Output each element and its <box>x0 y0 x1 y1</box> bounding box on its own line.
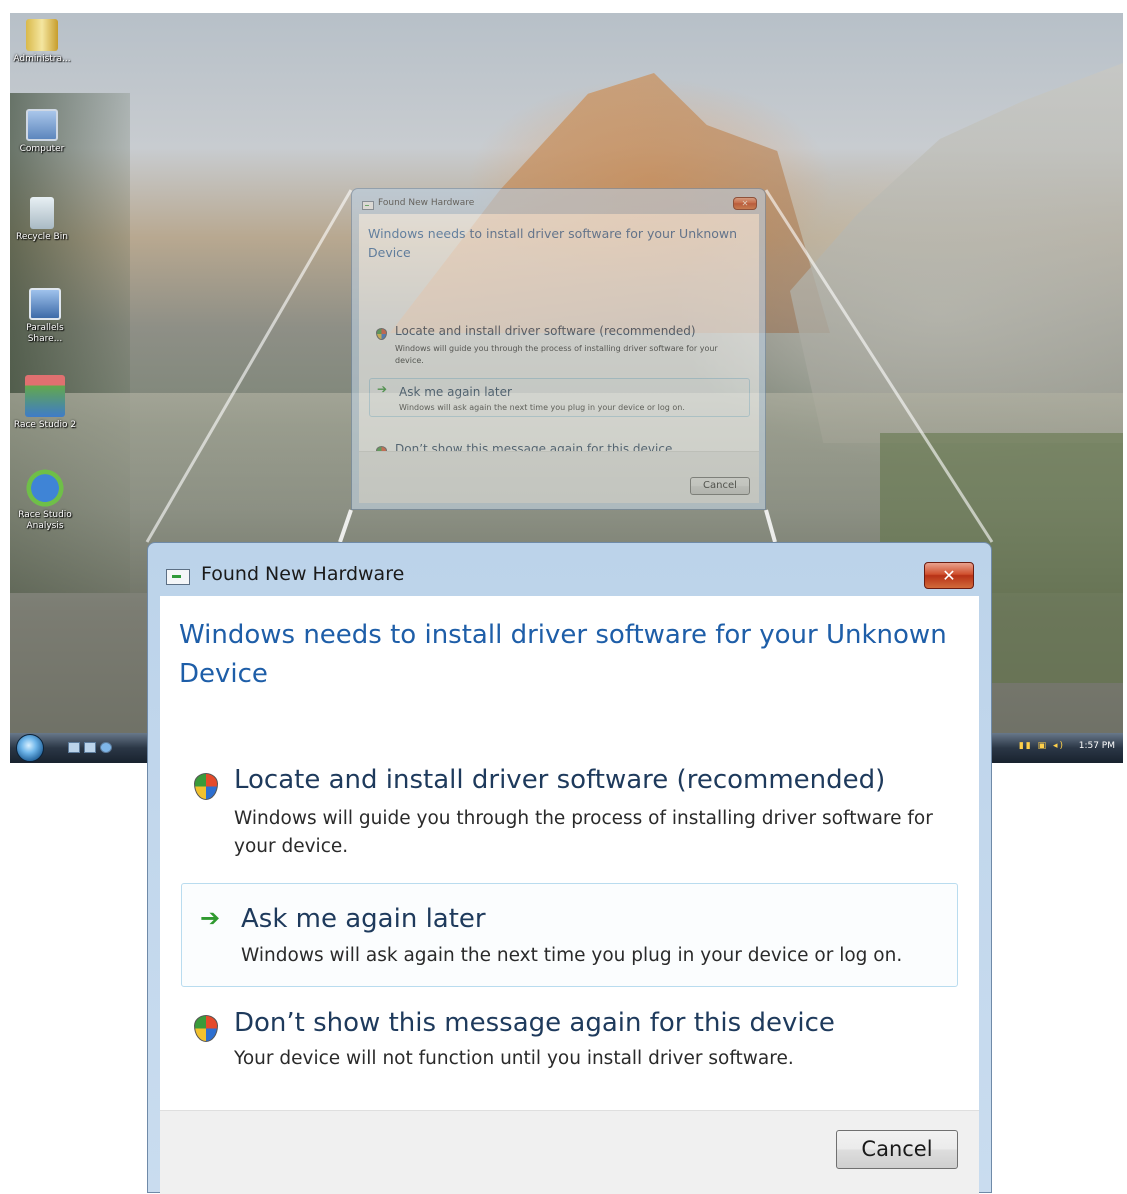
desktop-icon-administrator[interactable]: Administra... <box>10 19 78 65</box>
dialog-footer: Cancel <box>359 451 759 503</box>
option-description: Windows will guide you through the proce… <box>395 344 718 365</box>
desktop-icon-label: Computer <box>19 144 65 154</box>
dialog-heading: Windows needs to install driver software… <box>179 620 947 689</box>
option-description: Windows will ask again the next time you… <box>241 945 903 966</box>
option-dont-show-again[interactable]: Don’t show this message again for this d… <box>190 1006 960 1076</box>
shield-icon <box>194 1015 218 1042</box>
dialog-content: Windows needs to install driver software… <box>359 214 759 471</box>
desktop-icon-label: Parallels Share... <box>26 323 64 344</box>
desktop-icon-parallels-share[interactable]: Parallels Share... <box>10 288 84 345</box>
dialog-content: Windows needs to install driver software… <box>160 596 979 1110</box>
internet-explorer-icon[interactable] <box>100 742 112 753</box>
background-cliff <box>790 63 1123 443</box>
start-button[interactable] <box>16 734 44 762</box>
option-description: Windows will ask again the next time you… <box>399 403 685 412</box>
option-locate-install[interactable]: Locate and install driver software (reco… <box>190 764 960 864</box>
shield-icon <box>376 328 387 340</box>
taskbar-clock[interactable]: 1:57 PM <box>1079 741 1115 751</box>
option-description: Windows will guide you through the proce… <box>234 808 933 857</box>
hardware-wizard-icon <box>362 201 374 210</box>
hardware-wizard-icon <box>166 569 190 585</box>
option-ask-later[interactable]: ➔ Ask me again later Windows will ask ag… <box>369 378 750 417</box>
desktop-icon-race-studio-2[interactable]: Race Studio 2 <box>10 375 84 431</box>
dialog-title: Found New Hardware <box>201 563 405 585</box>
dialog-title: Found New Hardware <box>378 198 475 208</box>
folder-icon <box>26 19 58 51</box>
cancel-button[interactable]: Cancel <box>690 477 750 495</box>
close-button[interactable]: ✕ <box>733 197 757 210</box>
dialog-footer: Cancel <box>160 1110 979 1194</box>
aim-logo-icon <box>25 375 65 417</box>
found-new-hardware-dialog-small: Found New Hardware ✕ Windows needs to in… <box>351 188 766 510</box>
option-title: Don’t show this message again for this d… <box>234 1008 835 1038</box>
recycle-bin-icon <box>30 197 54 229</box>
switch-windows-icon[interactable] <box>84 742 96 753</box>
desktop-icon-computer[interactable]: Computer <box>10 109 78 155</box>
option-locate-install[interactable]: Locate and install driver software (reco… <box>373 324 753 365</box>
option-description: Your device will not function until you … <box>234 1048 794 1069</box>
aim-globe-icon <box>25 465 65 507</box>
desktop-icon-race-studio-analysis[interactable]: Race Studio Analysis <box>10 465 84 532</box>
found-new-hardware-dialog: Found New Hardware ✕ Windows needs to in… <box>147 542 992 1194</box>
cancel-button[interactable]: Cancel <box>836 1130 958 1169</box>
desktop-icon-label: Race Studio 2 <box>13 420 77 430</box>
network-share-icon <box>29 288 61 320</box>
green-arrow-icon: ➔ <box>377 382 388 396</box>
computer-icon <box>26 109 58 141</box>
desktop-icon-label: Race Studio Analysis <box>18 510 72 531</box>
close-button[interactable]: ✕ <box>924 562 974 589</box>
desktop-icon-label: Recycle Bin <box>16 232 68 242</box>
option-ask-later[interactable]: ➔ Ask me again later Windows will ask ag… <box>181 883 958 987</box>
desktop-icon-recycle-bin[interactable]: Recycle Bin <box>10 197 78 243</box>
show-desktop-icon[interactable] <box>68 742 80 753</box>
green-arrow-icon: ➔ <box>200 904 221 932</box>
shield-icon <box>194 773 218 800</box>
desktop-icon-label: Administra... <box>13 54 71 64</box>
system-tray-icons[interactable]: ▮▮ ▣ ◂) <box>1019 741 1065 751</box>
option-title: Locate and install driver software (reco… <box>395 324 696 338</box>
option-title: Ask me again later <box>399 385 512 399</box>
dialog-heading: Windows needs to install driver software… <box>368 226 738 260</box>
option-title: Ask me again later <box>241 904 486 934</box>
option-title: Locate and install driver software (reco… <box>234 765 886 795</box>
